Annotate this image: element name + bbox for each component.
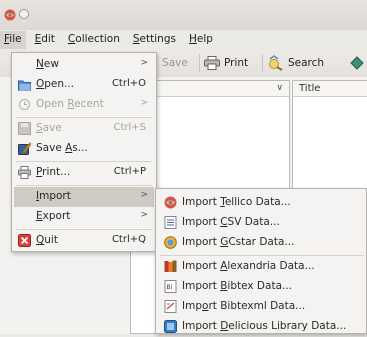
recent-icon xyxy=(18,98,31,111)
menu-collection-rest: ollection xyxy=(75,33,120,45)
printer-icon xyxy=(204,56,220,70)
import-menu-item-delicious[interactable]: Import Delicious Library Data... xyxy=(158,317,366,337)
import-submenu: Import Tellico Data... Import CSV Data..… xyxy=(155,188,367,334)
menu-item-label: Import Delicious Library Data... xyxy=(182,320,347,332)
toolbar-search-label: Search xyxy=(288,57,325,69)
csv-icon xyxy=(164,216,177,229)
menu-item-label: Import GCstar Data... xyxy=(182,236,295,248)
menu-item-label: Export xyxy=(36,210,71,222)
menu-edit-rest: dit xyxy=(41,33,55,45)
search-icon xyxy=(269,55,283,71)
menu-separator xyxy=(16,229,152,230)
menu-settings-rest: ettings xyxy=(139,33,176,45)
menu-separator xyxy=(16,185,152,186)
quit-icon xyxy=(18,234,31,247)
submenu-arrow-icon: > xyxy=(140,58,148,68)
file-menu: New > Open... Ctrl+O Open Recent > Save … xyxy=(11,52,157,252)
menu-item-shortcut: Ctrl+P xyxy=(113,166,146,177)
menu-item-label: Import Tellico Data... xyxy=(182,196,291,208)
menu-item-label: Import Bibtex Data... xyxy=(182,280,293,292)
toolbar-separator xyxy=(262,54,263,72)
menu-collection[interactable]: Collection xyxy=(64,31,124,49)
file-menu-item-import[interactable]: Import > xyxy=(14,187,154,207)
submenu-arrow-icon: > xyxy=(140,98,148,108)
gcstar-icon xyxy=(164,236,177,249)
delicious-library-icon xyxy=(164,320,177,333)
file-menu-item-open[interactable]: Open... Ctrl+O xyxy=(14,75,154,95)
menu-file[interactable]: File xyxy=(0,31,26,49)
menu-item-shortcut: Ctrl+O xyxy=(111,78,146,89)
bibtexml-icon xyxy=(164,300,177,313)
file-menu-item-save[interactable]: Save Ctrl+S xyxy=(14,119,154,139)
save-icon xyxy=(18,122,31,135)
menu-item-label: Import Bibtexml Data... xyxy=(182,300,306,312)
svg-text:Bi: Bi xyxy=(167,284,173,291)
menu-item-label: Save xyxy=(36,122,62,134)
toolbar-search-button[interactable]: Search xyxy=(268,54,324,72)
chevron-down-icon[interactable]: ∨ xyxy=(276,83,283,93)
window-titlebar xyxy=(0,0,367,30)
import-menu-item-alexandria[interactable]: Import Alexandria Data... xyxy=(158,257,366,277)
submenu-arrow-icon: > xyxy=(140,210,148,220)
title-column-header[interactable]: Title xyxy=(293,81,367,97)
import-menu-item-bibtex[interactable]: Bi Import Bibtex Data... xyxy=(158,277,366,297)
menu-item-label: Print... xyxy=(36,166,71,178)
file-menu-item-save-as[interactable]: Save As... xyxy=(14,139,154,159)
bibtex-icon: Bi xyxy=(164,280,177,293)
tellico-app-icon[interactable] xyxy=(4,9,16,21)
alexandria-icon xyxy=(164,260,177,273)
menu-help[interactable]: Help xyxy=(185,31,217,49)
menu-item-label: New xyxy=(36,58,59,70)
import-menu-item-csv[interactable]: Import CSV Data... xyxy=(158,213,366,233)
tellico-icon xyxy=(164,196,177,209)
toolbar-separator xyxy=(199,54,200,72)
file-menu-item-open-recent[interactable]: Open Recent > xyxy=(14,95,154,115)
menu-item-label: Quit xyxy=(36,234,58,246)
import-menu-item-tellico[interactable]: Import Tellico Data... xyxy=(158,193,366,213)
menubar: File Edit Collection Settings Help xyxy=(0,31,367,49)
menu-item-label: Import Alexandria Data... xyxy=(182,260,315,272)
menu-file-rest: ile xyxy=(9,33,22,45)
menu-separator xyxy=(16,161,152,162)
diamond-icon xyxy=(350,56,364,70)
menu-item-label: Import xyxy=(36,190,71,202)
menu-edit[interactable]: Edit xyxy=(31,31,59,49)
menu-item-shortcut: Ctrl+Q xyxy=(111,234,146,245)
menu-item-label: Import CSV Data... xyxy=(182,216,280,228)
toolbar-more-button[interactable] xyxy=(350,54,367,72)
menu-item-label: Open Recent xyxy=(36,98,104,110)
file-menu-item-export[interactable]: Export > xyxy=(14,207,154,227)
menu-settings[interactable]: Settings xyxy=(129,31,180,49)
menu-separator xyxy=(16,117,152,118)
folder-open-icon xyxy=(18,78,31,91)
window-menu-circle-icon[interactable] xyxy=(19,9,29,19)
menu-help-rest: elp xyxy=(196,33,213,45)
menu-item-shortcut: Ctrl+S xyxy=(113,122,146,133)
import-menu-item-gcstar[interactable]: Import GCstar Data... xyxy=(158,233,366,253)
submenu-arrow-icon: > xyxy=(140,190,148,200)
toolbar-save-label: Save xyxy=(162,57,188,69)
toolbar-print-button[interactable]: Print xyxy=(204,54,248,72)
printer-icon xyxy=(18,166,31,179)
file-menu-item-quit[interactable]: Quit Ctrl+Q xyxy=(14,231,154,251)
file-menu-item-new[interactable]: New > xyxy=(14,55,154,75)
import-menu-item-bibtexml[interactable]: Import Bibtexml Data... xyxy=(158,297,366,317)
menu-separator xyxy=(160,255,364,256)
toolbar-save-button[interactable]: Save xyxy=(162,54,188,72)
menu-item-label: Open... xyxy=(36,78,75,90)
menu-item-label: Save As... xyxy=(36,142,88,154)
toolbar-print-label: Print xyxy=(224,57,249,69)
save-as-icon xyxy=(18,141,32,155)
file-menu-item-print[interactable]: Print... Ctrl+P xyxy=(14,163,154,183)
